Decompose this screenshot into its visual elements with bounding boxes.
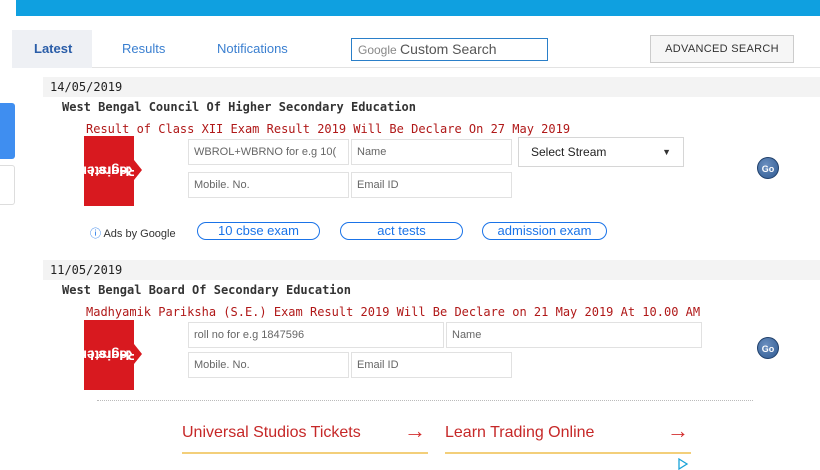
search-input[interactable]: Google Custom Search	[351, 38, 548, 61]
left-side-widget[interactable]	[0, 103, 15, 159]
email-field[interactable]: Email ID	[351, 172, 512, 198]
ribbon-line-2: Here !	[89, 347, 129, 364]
ad-pill[interactable]: admission exam	[482, 222, 607, 240]
entry-headline[interactable]: Result of Class XII Exam Result 2019 Wil…	[86, 122, 570, 136]
tab-notifications[interactable]: Notifications	[217, 30, 288, 68]
search-google-label: Google	[358, 43, 397, 57]
ad-pill[interactable]: act tests	[340, 222, 463, 240]
entry-organization: West Bengal Council Of Higher Secondary …	[62, 100, 417, 114]
top-banner-bar	[16, 0, 820, 16]
register-here-ribbon: Register Here !	[81, 320, 142, 390]
ad-link-text: Learn Trading Online	[445, 424, 595, 441]
section-divider	[97, 400, 753, 401]
dropdown-arrow-icon: ▼	[662, 147, 671, 157]
ads-label-text: Ads by Google	[103, 228, 176, 240]
tab-latest[interactable]: Latest	[12, 30, 92, 68]
search-placeholder: Custom Search	[400, 41, 497, 57]
register-here-ribbon: Register Here !	[81, 136, 142, 206]
ad-pill[interactable]: 10 cbse exam	[197, 222, 320, 240]
email-field[interactable]: Email ID	[351, 352, 512, 378]
ad-link-text: Universal Studios Tickets	[182, 424, 361, 441]
ad-link-universal-studios[interactable]: Universal Studios Tickets →	[182, 418, 428, 454]
mobile-field[interactable]: Mobile. No.	[188, 352, 349, 378]
entry-date: 14/05/2019	[43, 77, 820, 97]
entry-organization: West Bengal Board Of Secondary Education	[62, 283, 351, 297]
ad-link-learn-trading[interactable]: Learn Trading Online →	[445, 418, 691, 454]
info-icon[interactable]: ⓘ	[90, 228, 101, 240]
tab-results[interactable]: Results	[122, 30, 165, 68]
arrow-right-icon: →	[404, 418, 426, 443]
left-side-widget-secondary[interactable]	[0, 165, 15, 205]
ribbon-line-2: Here !	[89, 163, 129, 180]
roll-number-field[interactable]: roll no for e.g 1847596	[188, 322, 444, 348]
stream-select[interactable]: Select Stream ▼	[518, 137, 684, 167]
advanced-search-button[interactable]: ADVANCED SEARCH	[650, 35, 794, 63]
go-button[interactable]: Go	[757, 337, 779, 359]
entry-headline[interactable]: Madhyamik Pariksha (S.E.) Exam Result 20…	[86, 305, 700, 319]
ads-by-google-label: ⓘ Ads by Google	[90, 225, 176, 241]
entry-date: 11/05/2019	[43, 260, 820, 280]
name-field[interactable]: Name	[446, 322, 702, 348]
mobile-field[interactable]: Mobile. No.	[188, 172, 349, 198]
roll-number-field[interactable]: WBROL+WBRNO for e.g 10(	[188, 139, 349, 165]
stream-select-value: Select Stream	[531, 145, 607, 159]
go-button[interactable]: Go	[757, 157, 779, 179]
adchoices-icon[interactable]	[677, 458, 689, 470]
name-field[interactable]: Name	[351, 139, 512, 165]
arrow-right-icon: →	[667, 418, 689, 443]
